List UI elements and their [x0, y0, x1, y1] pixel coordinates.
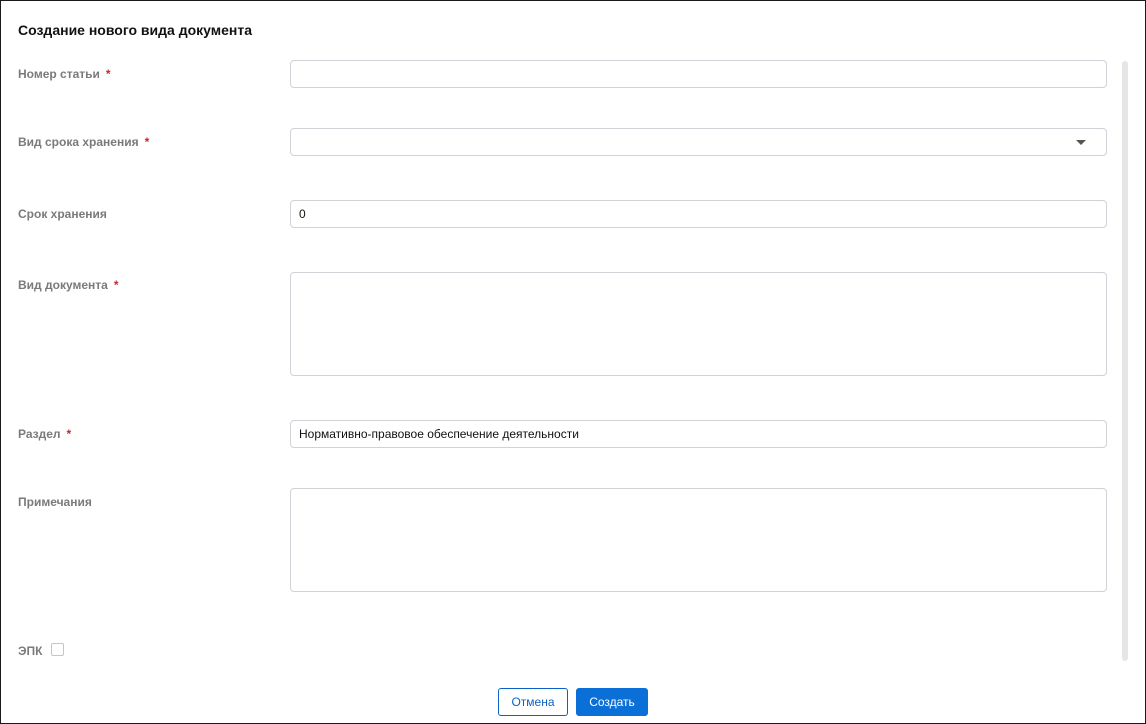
dialog-title: Создание нового вида документа: [18, 22, 252, 38]
required-mark: *: [66, 427, 72, 441]
scrollbar[interactable]: [1122, 61, 1128, 661]
storage-period-label-text: Срок хранения: [18, 207, 107, 221]
cancel-button[interactable]: Отмена: [498, 688, 568, 716]
document-type-textarea[interactable]: [290, 272, 1107, 376]
storage-period-input[interactable]: [290, 200, 1107, 228]
required-mark: *: [113, 278, 119, 292]
create-document-type-dialog: Создание нового вида документа Номер ста…: [0, 0, 1146, 724]
create-button[interactable]: Создать: [576, 688, 648, 716]
epk-checkbox[interactable]: [51, 643, 64, 656]
required-mark: *: [105, 67, 111, 81]
notes-label: Примечания: [18, 495, 92, 509]
document-type-label: Вид документа *: [18, 278, 118, 292]
epk-label: ЭПК: [18, 644, 43, 658]
storage-period-label: Срок хранения: [18, 207, 107, 221]
required-mark: *: [144, 135, 150, 149]
section-label: Раздел *: [18, 427, 71, 441]
document-type-label-text: Вид документа: [18, 278, 108, 292]
article-number-label: Номер статьи *: [18, 67, 111, 81]
section-label-text: Раздел: [18, 427, 61, 441]
epk-label-text: ЭПК: [18, 644, 43, 658]
chevron-down-icon[interactable]: [1076, 140, 1086, 145]
article-number-label-text: Номер статьи: [18, 67, 100, 81]
article-number-input[interactable]: [290, 60, 1107, 88]
storage-period-type-select[interactable]: [290, 128, 1107, 156]
notes-textarea[interactable]: [290, 488, 1107, 592]
storage-period-type-label: Вид срока хранения *: [18, 135, 149, 149]
section-input[interactable]: [290, 420, 1107, 448]
storage-period-type-label-text: Вид срока хранения: [18, 135, 139, 149]
notes-label-text: Примечания: [18, 495, 92, 509]
